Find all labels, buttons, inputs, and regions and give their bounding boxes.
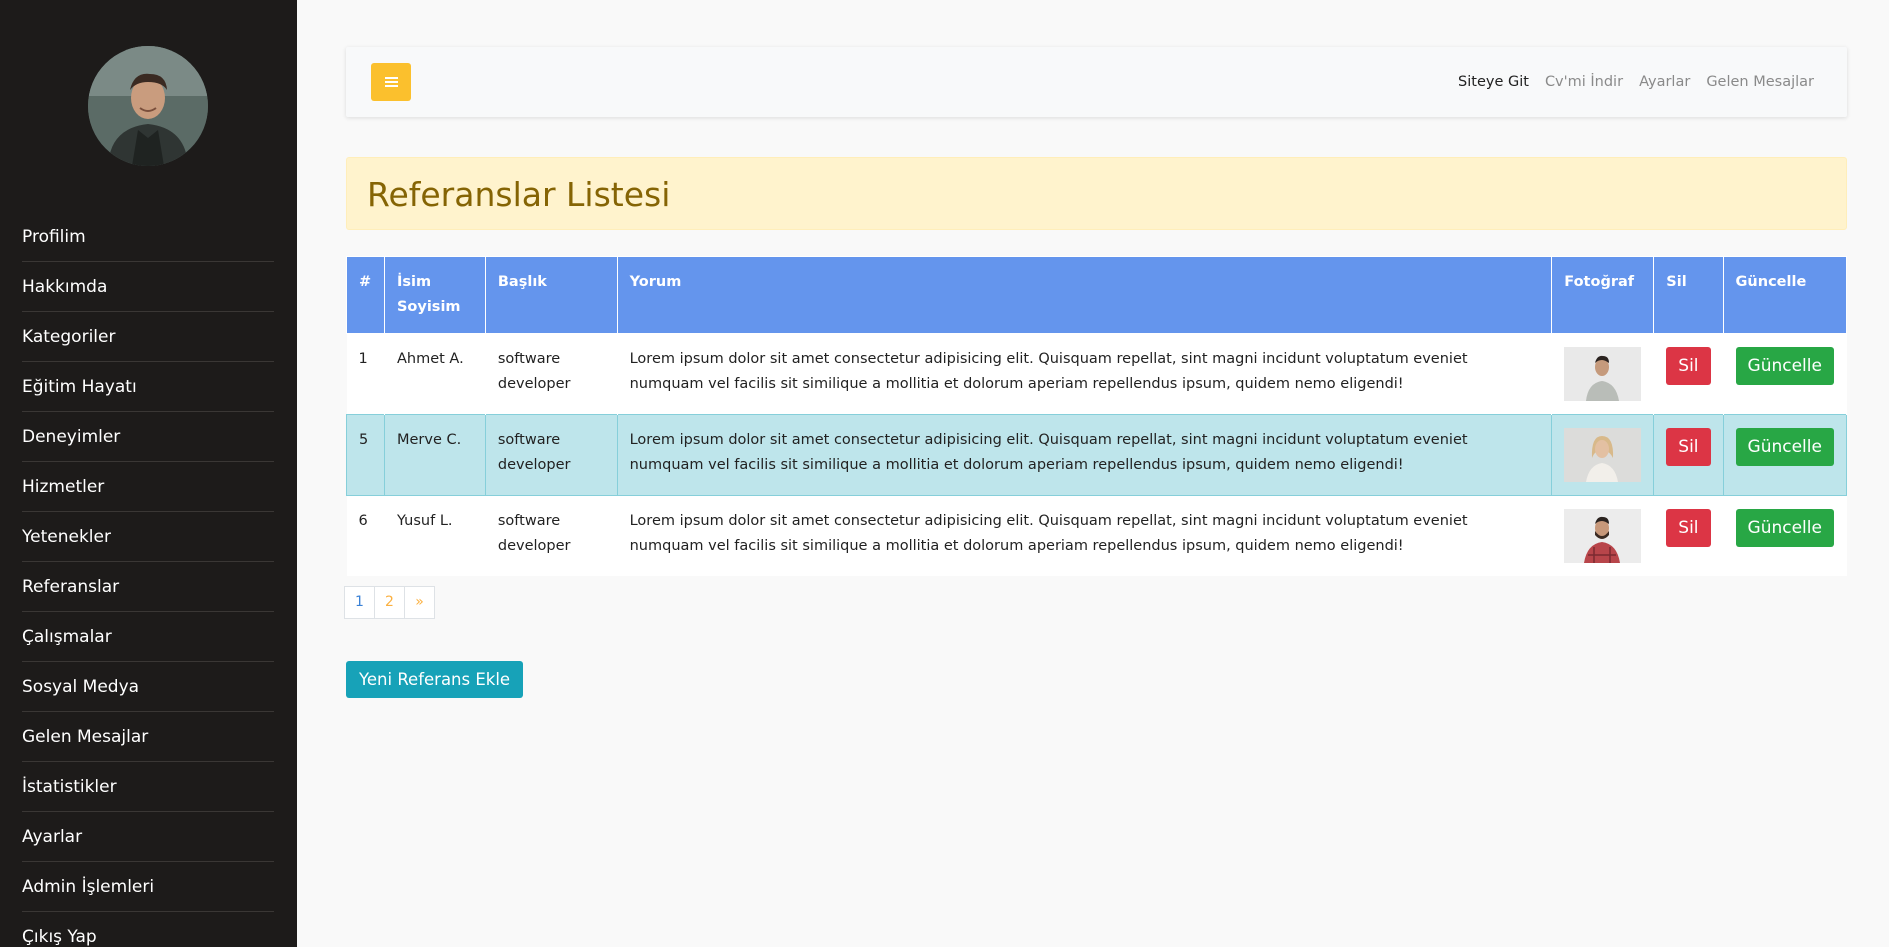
update-button[interactable]: Güncelle: [1735, 509, 1834, 547]
cell-num: 6: [358, 513, 368, 529]
table-header-row: # İsim Soyisim Başlık Yorum Fotoğraf Sil…: [346, 256, 1848, 334]
sidebar-nav: Profilim Hakkımda Kategoriler Eğitim Hay…: [22, 212, 274, 947]
sidebar-item-hakkimda[interactable]: Hakkımda: [22, 262, 274, 312]
sidebar-item-profilim[interactable]: Profilim: [22, 212, 274, 262]
topbar: Siteye Git Cv'mi İndir Ayarlar Gelen Mes…: [346, 47, 1847, 117]
sidebar-item-deneyimler[interactable]: Deneyimler: [22, 412, 274, 462]
cell-photo: [1552, 334, 1654, 415]
delete-button[interactable]: Sil: [1666, 428, 1711, 466]
link-ayarlar[interactable]: Ayarlar: [1639, 74, 1690, 90]
sidebar-item-kategoriler[interactable]: Kategoriler: [22, 312, 274, 362]
link-cv-indir[interactable]: Cv'mi İndir: [1545, 74, 1623, 90]
pagination: 1 2 »: [344, 586, 435, 619]
page-next-link[interactable]: »: [404, 586, 435, 619]
cell-name: Ahmet A.: [396, 351, 464, 367]
sidebar: Profilim Hakkımda Kategoriler Eğitim Hay…: [0, 0, 297, 947]
sidebar-item-admin-islemleri[interactable]: Admin İşlemleri: [22, 862, 274, 912]
header-title: Başlık: [484, 256, 618, 334]
cell-title: software developer: [497, 513, 571, 554]
cell-num: 5: [346, 414, 385, 496]
cell-delete: Sil: [1654, 334, 1723, 415]
cell-comment: Lorem ipsum dolor sit amet consectetur a…: [629, 351, 1468, 392]
sidebar-item-referanslar[interactable]: Referanslar: [22, 562, 274, 612]
reference-photo: [1564, 428, 1642, 482]
cell-photo: [1552, 496, 1654, 577]
reference-photo: [1564, 509, 1642, 563]
cell-name: Yusuf L.: [396, 513, 453, 529]
sidebar-item-yetenekler[interactable]: Yetenekler: [22, 512, 274, 562]
cell-update: Güncelle: [1723, 496, 1846, 577]
delete-button[interactable]: Sil: [1666, 509, 1711, 547]
header-delete: Sil: [1653, 256, 1724, 334]
cell-name: Merve C.: [383, 414, 486, 496]
cell-title: software developer: [497, 351, 571, 392]
link-siteye-git[interactable]: Siteye Git: [1458, 74, 1529, 90]
cell-title: software developer: [484, 414, 618, 496]
page-title-alert: Referanslar Listesi: [346, 157, 1847, 230]
bars-icon: [384, 77, 398, 87]
cell-delete: Sil: [1654, 496, 1723, 577]
header-name: İsim Soyisim: [383, 256, 486, 334]
sidebar-item-sosyal-medya[interactable]: Sosyal Medya: [22, 662, 274, 712]
sidebar-item-ayarlar[interactable]: Ayarlar: [22, 812, 274, 862]
link-gelen-mesajlar[interactable]: Gelen Mesajlar: [1706, 74, 1814, 90]
update-button[interactable]: Güncelle: [1735, 347, 1834, 385]
cell-update: Güncelle: [1722, 414, 1848, 496]
sidebar-toggle-button[interactable]: [371, 63, 411, 101]
sidebar-item-hizmetler[interactable]: Hizmetler: [22, 462, 274, 512]
header-comment: Yorum: [616, 256, 1553, 334]
sidebar-item-cikis-yap[interactable]: Çıkış Yap: [22, 912, 274, 947]
page-title: Referanslar Listesi: [367, 175, 671, 214]
page-link-1[interactable]: 1: [344, 586, 375, 619]
add-reference-button[interactable]: Yeni Referans Ekle: [346, 661, 524, 698]
header-num: #: [346, 256, 385, 334]
cell-update: Güncelle: [1723, 334, 1846, 415]
delete-button[interactable]: Sil: [1666, 347, 1711, 385]
table-row: 6 Yusuf L. software developer Lorem ipsu…: [346, 495, 1847, 577]
update-button[interactable]: Güncelle: [1735, 428, 1834, 466]
cell-num: 1: [358, 351, 368, 367]
cell-photo: [1551, 414, 1655, 496]
top-nav: Siteye Git Cv'mi İndir Ayarlar Gelen Mes…: [1458, 47, 1814, 117]
avatar: [88, 46, 208, 166]
header-update: Güncelle: [1722, 256, 1848, 334]
cell-comment: Lorem ipsum dolor sit amet consectetur a…: [629, 513, 1468, 554]
references-table: # İsim Soyisim Başlık Yorum Fotoğraf Sil…: [346, 256, 1848, 577]
header-photo: Fotoğraf: [1551, 256, 1655, 334]
profile-photo: [88, 46, 208, 166]
reference-photo: [1564, 347, 1642, 401]
sidebar-item-gelen-mesajlar[interactable]: Gelen Mesajlar: [22, 712, 274, 762]
sidebar-item-istatistikler[interactable]: İstatistikler: [22, 762, 274, 812]
cell-comment: Lorem ipsum dolor sit amet consectetur a…: [616, 414, 1553, 496]
sidebar-item-calismalar[interactable]: Çalışmalar: [22, 612, 274, 662]
sidebar-item-egitim-hayati[interactable]: Eğitim Hayatı: [22, 362, 274, 412]
table-row: 1 Ahmet A. software developer Lorem ipsu…: [346, 333, 1847, 415]
table-row: 5 Merve C. software developer Lorem ipsu…: [346, 414, 1848, 496]
cell-delete: Sil: [1653, 414, 1724, 496]
page-link-2[interactable]: 2: [374, 586, 405, 619]
